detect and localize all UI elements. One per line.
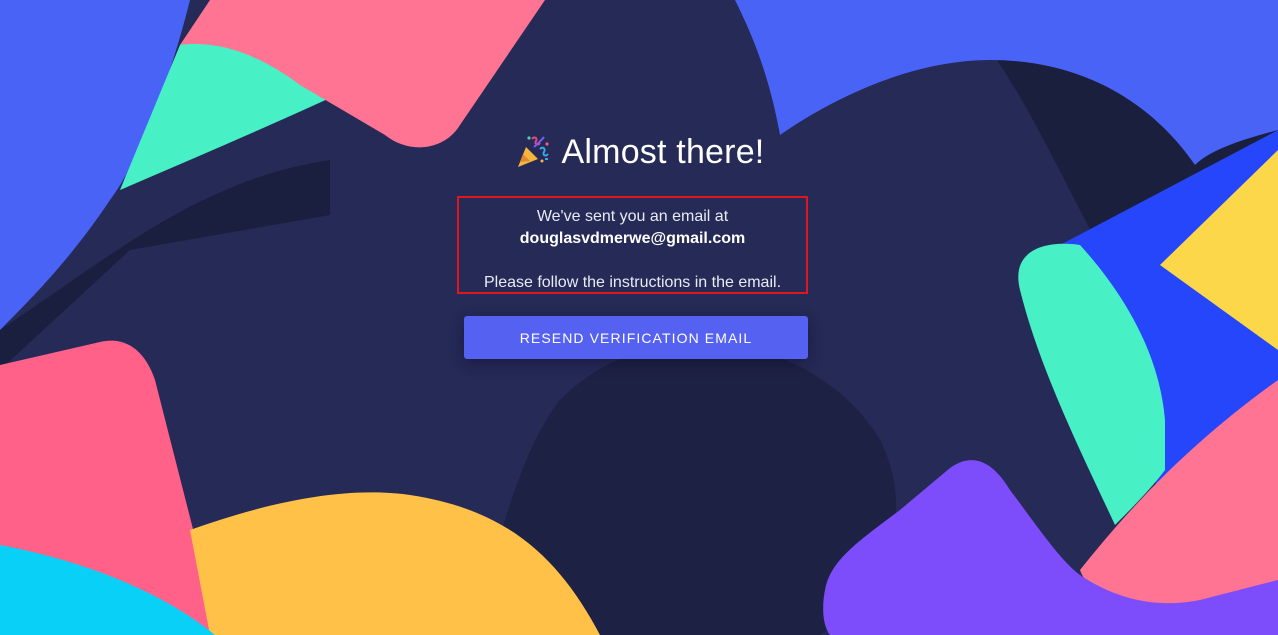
sent-email-text: We've sent you an email at [536,208,729,225]
instructions-text: Please follow the instructions in the em… [483,274,782,291]
title-text: Almost there! [561,132,765,171]
main-content: Almost there! We've sent you an email at… [0,0,1278,635]
page-title: Almost there! [0,128,1278,176]
verification-page: Almost there! We've sent you an email at… [0,0,1278,635]
party-popper-icon [517,136,549,167]
email-address: douglasvdmerwe@gmail.com [519,230,746,247]
verification-message: We've sent you an email at douglasvdmerw… [457,196,808,294]
resend-verification-button[interactable]: RESEND VERIFICATION EMAIL [464,316,808,359]
